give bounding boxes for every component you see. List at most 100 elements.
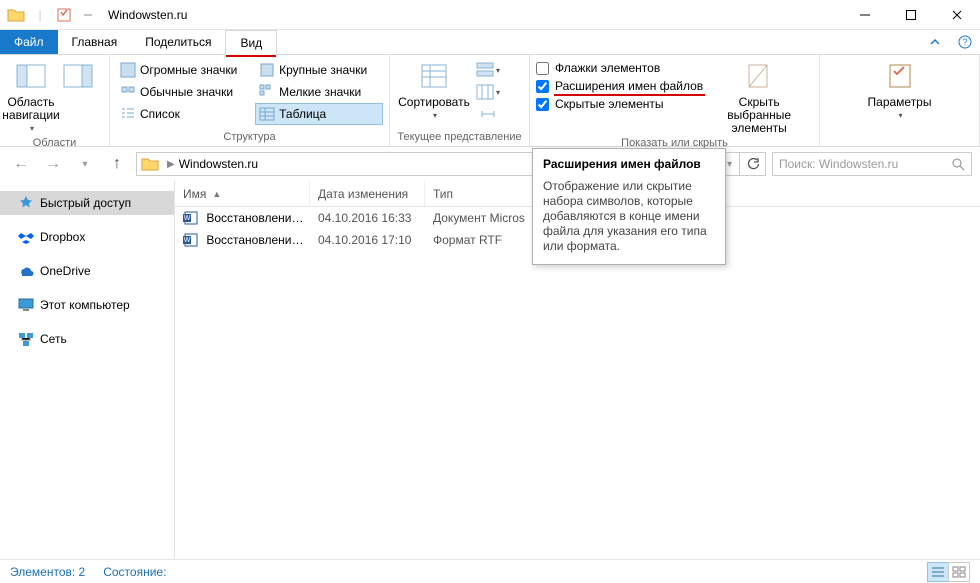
ribbon-group-showhide: Флажки элементов Расширения имен файлов … bbox=[530, 55, 820, 146]
close-button[interactable] bbox=[934, 0, 980, 30]
options-icon bbox=[884, 61, 916, 93]
tab-home[interactable]: Главная bbox=[58, 30, 132, 54]
sidebar-item-thispc[interactable]: Этот компьютер bbox=[0, 293, 174, 317]
svg-text:W: W bbox=[184, 215, 191, 222]
maximize-button[interactable] bbox=[888, 0, 934, 30]
file-name: Восстановление ... bbox=[206, 211, 310, 225]
layout-normal-icons[interactable]: Обычные значки bbox=[116, 81, 253, 103]
help-icon[interactable]: ? bbox=[950, 30, 980, 54]
search-input[interactable]: Поиск: Windowsten.ru bbox=[772, 152, 972, 176]
group-by-button[interactable]: ▾ bbox=[476, 59, 500, 81]
add-columns-button[interactable]: ▾ bbox=[476, 81, 500, 103]
svg-text:?: ? bbox=[962, 37, 967, 47]
up-button[interactable]: ↑ bbox=[104, 151, 130, 177]
folder-icon bbox=[5, 4, 27, 26]
hide-selected-icon bbox=[743, 61, 775, 93]
ribbon-group-currentview-label: Текущее представление bbox=[396, 129, 523, 146]
dropbox-icon bbox=[18, 229, 34, 245]
navigation-pane-label: Область навигации bbox=[2, 96, 59, 122]
chevron-down-icon: ▾ bbox=[898, 109, 902, 122]
file-name: Восстановление ... bbox=[206, 233, 310, 247]
onedrive-icon bbox=[18, 263, 34, 279]
folder-icon bbox=[141, 155, 159, 173]
tab-file[interactable]: Файл bbox=[0, 30, 58, 54]
breadcrumb-sep-icon[interactable]: ▶ bbox=[167, 159, 175, 170]
ribbon: Область навигации ▾ Области Огромные зна… bbox=[0, 55, 980, 147]
layout-list[interactable]: Список bbox=[116, 103, 253, 125]
sort-button[interactable]: Сортировать ▾ bbox=[396, 59, 472, 129]
chevron-down-icon: ▾ bbox=[433, 109, 437, 122]
refresh-button[interactable] bbox=[740, 152, 766, 176]
ribbon-group-options: Параметры ▾ bbox=[820, 55, 980, 146]
file-date: 04.10.2016 16:33 bbox=[310, 211, 425, 225]
titlebar: | Windowsten.ru bbox=[0, 0, 980, 30]
column-name[interactable]: Имя ▲ bbox=[175, 181, 310, 206]
sort-asc-icon: ▲ bbox=[212, 189, 221, 199]
options-button[interactable]: Параметры ▾ bbox=[865, 59, 935, 129]
svg-text:W: W bbox=[184, 237, 191, 244]
qat-separator: | bbox=[29, 4, 51, 26]
tab-share[interactable]: Поделиться bbox=[131, 30, 225, 54]
qat-dropdown-icon[interactable] bbox=[77, 4, 99, 26]
tooltip-body: Отображение или скрытие набора символов,… bbox=[543, 179, 715, 254]
checkbox-hidden-items-input[interactable] bbox=[536, 98, 549, 111]
layout-table[interactable]: Таблица bbox=[255, 103, 383, 125]
back-button[interactable]: ← bbox=[8, 151, 34, 177]
word-file-icon: W bbox=[183, 211, 199, 225]
layout-large-icons[interactable]: Крупные значки bbox=[255, 59, 383, 81]
checkbox-item-checkboxes-input[interactable] bbox=[536, 62, 549, 75]
hide-selected-button[interactable]: Скрыть выбранные элементы bbox=[711, 59, 807, 135]
file-date: 04.10.2016 17:10 bbox=[310, 233, 425, 247]
navigation-sidebar: Быстрый доступ Dropbox OneDrive Этот ком… bbox=[0, 181, 175, 559]
minimize-button[interactable] bbox=[842, 0, 888, 30]
checkbox-file-extensions-input[interactable] bbox=[536, 80, 549, 93]
table-icon bbox=[259, 106, 275, 122]
network-icon bbox=[18, 331, 34, 347]
checkbox-item-checkboxes[interactable]: Флажки элементов bbox=[536, 61, 703, 75]
checkbox-file-extensions[interactable]: Расширения имен файлов bbox=[536, 79, 703, 93]
navigation-pane-button[interactable]: Область навигации ▾ bbox=[6, 59, 56, 135]
checkbox-hidden-items[interactable]: Скрытые элементы bbox=[536, 97, 703, 111]
normal-icons-icon bbox=[120, 84, 136, 100]
sidebar-item-quick-access[interactable]: Быстрый доступ bbox=[0, 191, 174, 215]
ribbon-group-panes: Область навигации ▾ Области bbox=[0, 55, 110, 146]
options-label: Параметры bbox=[868, 96, 932, 109]
forward-button[interactable]: → bbox=[40, 151, 66, 177]
computer-icon bbox=[18, 297, 34, 313]
view-large-icons-button[interactable] bbox=[948, 562, 970, 582]
view-details-button[interactable] bbox=[927, 562, 949, 582]
search-placeholder: Поиск: Windowsten.ru bbox=[779, 157, 951, 171]
properties-icon[interactable] bbox=[53, 4, 75, 26]
large-icons-icon bbox=[259, 62, 275, 78]
word-file-icon: W bbox=[183, 233, 199, 247]
search-icon bbox=[951, 157, 965, 171]
status-item-state: Состояние: bbox=[103, 565, 166, 579]
tab-view[interactable]: Вид bbox=[225, 30, 277, 55]
sidebar-item-network[interactable]: Сеть bbox=[0, 327, 174, 351]
ribbon-collapse-icon[interactable] bbox=[920, 30, 950, 54]
breadcrumb[interactable]: Windowsten.ru bbox=[179, 157, 258, 171]
layout-small-icons[interactable]: Мелкие значки bbox=[255, 81, 383, 103]
star-icon bbox=[18, 195, 34, 211]
window-title: Windowsten.ru bbox=[108, 8, 187, 22]
nav-row: ← → ▾ ↑ ▶ Windowsten.ru ▾ Поиск: Windows… bbox=[0, 147, 980, 181]
status-bar: Элементов: 2 Состояние: bbox=[0, 559, 980, 583]
layout-huge-icons[interactable]: Огромные значки bbox=[116, 59, 253, 81]
huge-icons-icon bbox=[120, 62, 136, 78]
chevron-down-icon: ▾ bbox=[30, 122, 34, 135]
preview-pane-icon bbox=[62, 61, 94, 93]
preview-pane-button[interactable] bbox=[56, 59, 100, 135]
ribbon-group-layout-label: Структура bbox=[116, 129, 383, 146]
size-columns-button[interactable] bbox=[476, 103, 500, 125]
tooltip-title: Расширения имен файлов bbox=[543, 157, 715, 171]
status-item-count: Элементов: 2 bbox=[10, 565, 85, 579]
ribbon-group-panes-label: Области bbox=[6, 135, 103, 152]
sidebar-item-dropbox[interactable]: Dropbox bbox=[0, 225, 174, 249]
ribbon-group-layout: Огромные значки Крупные значки Обычные з… bbox=[110, 55, 390, 146]
tooltip-extensions: Расширения имен файлов Отображение или с… bbox=[532, 148, 726, 265]
sort-icon bbox=[418, 61, 450, 93]
sort-label: Сортировать bbox=[398, 96, 470, 109]
sidebar-item-onedrive[interactable]: OneDrive bbox=[0, 259, 174, 283]
recent-dropdown[interactable]: ▾ bbox=[72, 151, 98, 177]
column-date[interactable]: Дата изменения bbox=[310, 181, 425, 206]
